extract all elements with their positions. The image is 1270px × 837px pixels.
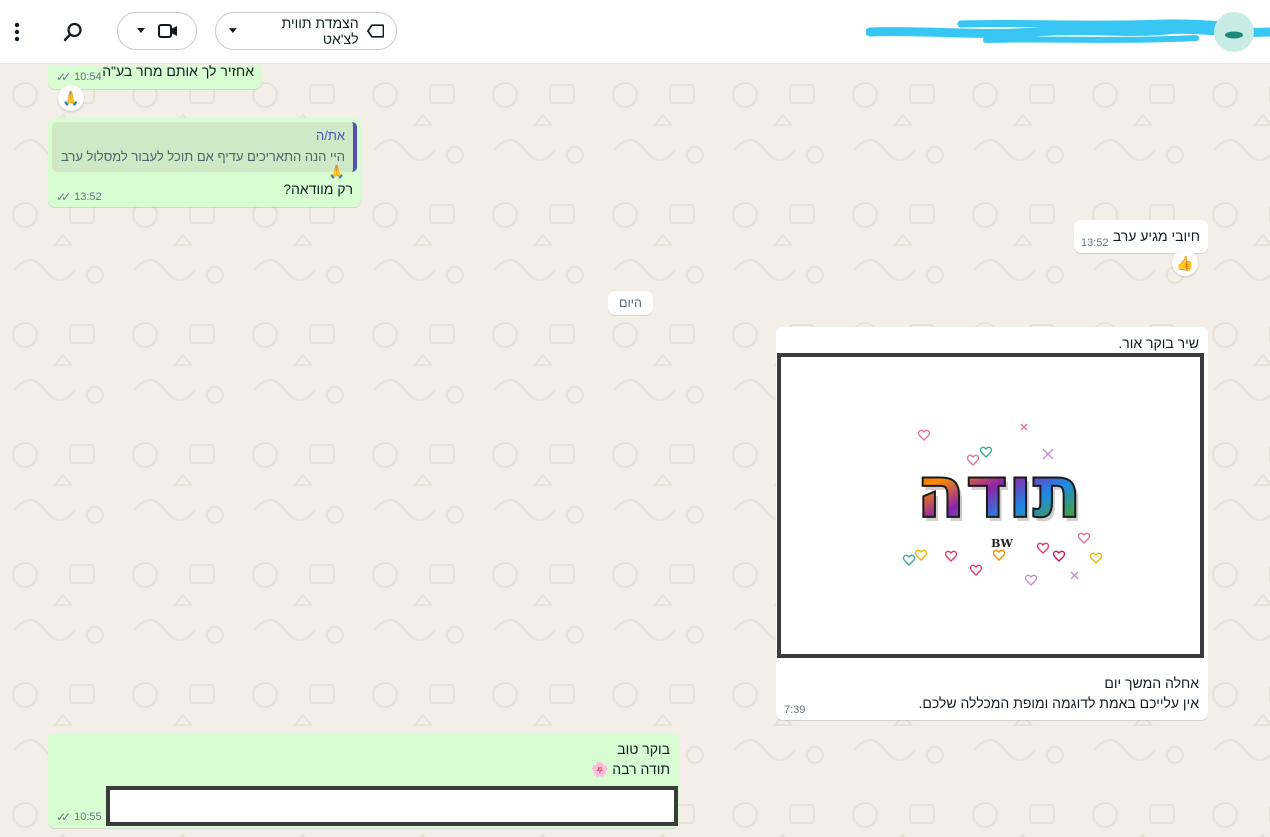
message-text: חיובי מגיע ערב xyxy=(1112,228,1200,244)
label-chat-text: הצמדת תווית לצ'אט xyxy=(281,15,359,47)
label-tag-icon xyxy=(366,24,384,38)
message-time: 13:52 xyxy=(74,191,102,203)
caret-down-icon xyxy=(137,28,145,33)
double-check-icon: ✓✓ xyxy=(56,190,71,204)
image-word: תודה xyxy=(916,450,1082,534)
message-image[interactable]: תודה תודה BW xyxy=(777,353,1204,658)
search-button[interactable] xyxy=(58,16,88,48)
message-reaction[interactable]: 👍 xyxy=(1172,250,1198,276)
chat-header: הצמדת תווית לצ'אט xyxy=(0,0,1270,64)
message-text-line: תודה רבה 🌸 xyxy=(590,761,670,777)
message-meta: 13:52 xyxy=(1081,237,1109,249)
caret-down-icon xyxy=(228,28,237,33)
thank-you-image-art: תודה תודה BW xyxy=(902,423,1103,586)
menu-button[interactable] xyxy=(4,18,30,46)
quote-author: את/ה xyxy=(316,128,345,143)
message-meta: 7:39 xyxy=(784,704,805,716)
search-icon xyxy=(63,22,82,42)
date-divider: היום xyxy=(608,291,653,315)
default-avatar-icon xyxy=(1225,21,1243,39)
image-signature: BW xyxy=(991,537,1013,550)
message-time: 10:55 xyxy=(74,811,102,823)
vertical-dots-icon xyxy=(14,22,20,42)
message-text-line: אין עלייכם באמת לדוגמה ומופת המכללה שלכם… xyxy=(918,695,1199,711)
contact-avatar[interactable] xyxy=(1214,12,1254,52)
message-attachment-box[interactable] xyxy=(106,786,678,826)
message-text-line: בוקר טוב xyxy=(617,741,670,757)
message-time: 13:52 xyxy=(1081,237,1109,249)
video-camera-icon xyxy=(158,24,177,38)
redacted-contact-name xyxy=(866,19,1270,43)
chat-messages-area[interactable]: אחזיר לך אותם מחר בע"ה ✓✓ 10:54 🙏 את/ה ה… xyxy=(0,65,1270,837)
outgoing-message[interactable]: אחזיר לך אותם מחר בע"ה ✓✓ 10:54 xyxy=(48,65,262,89)
message-text: רק מוודאה? xyxy=(283,181,353,197)
message-caption-top: שיר בוקר אור. xyxy=(1118,335,1199,351)
quote-text: היי הנה התאריכים עדיף אם תוכל לעבור למסל… xyxy=(61,149,345,179)
message-reaction[interactable]: 🙏 xyxy=(58,85,84,111)
quoted-message[interactable]: את/ה היי הנה התאריכים עדיף אם תוכל לעבור… xyxy=(52,122,357,179)
double-check-icon: ✓✓ xyxy=(56,70,71,84)
message-meta: ✓✓ 10:54 xyxy=(56,70,102,84)
message-time: 10:54 xyxy=(74,71,102,83)
video-call-button[interactable] xyxy=(117,12,197,50)
double-check-icon: ✓✓ xyxy=(56,810,71,824)
message-time: 7:39 xyxy=(784,704,806,716)
message-meta: ✓✓ 10:55 xyxy=(56,810,102,824)
incoming-message[interactable]: חיובי מגיע ערב 13:52 xyxy=(1074,220,1208,253)
message-text-line: אחלה המשך יום xyxy=(1104,675,1199,691)
message-meta: ✓✓ 13:52 xyxy=(56,190,102,204)
outgoing-message[interactable]: את/ה היי הנה התאריכים עדיף אם תוכל לעבור… xyxy=(48,118,361,207)
message-text: אחזיר לך אותם מחר בע"ה xyxy=(102,65,254,79)
label-chat-button[interactable]: הצמדת תווית לצ'אט xyxy=(215,12,397,50)
